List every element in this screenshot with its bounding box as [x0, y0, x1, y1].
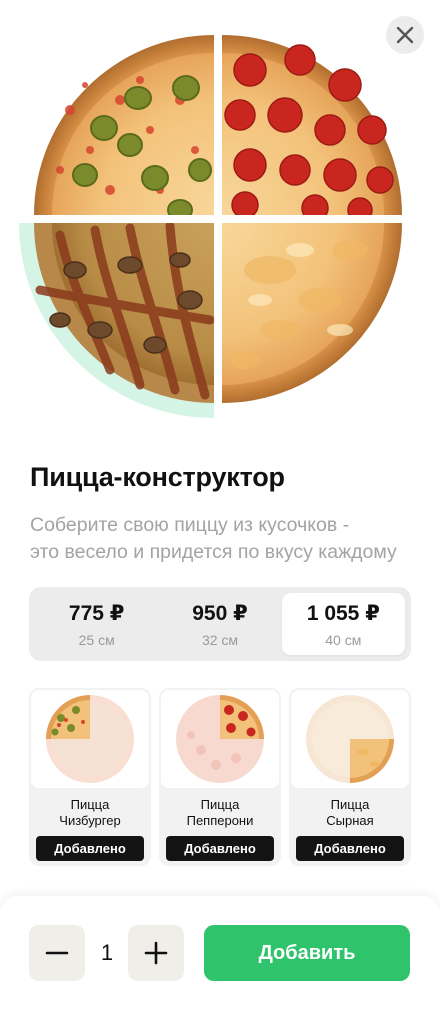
- added-badge[interactable]: Добавлено: [36, 836, 144, 861]
- piece-card-pepperoni[interactable]: Пицца Пепперони Добавлено: [159, 688, 281, 866]
- description-line-1: Соберите свою пиццу из кусочков -: [30, 514, 350, 536]
- product-title: Пицца-конструктор: [30, 462, 285, 492]
- description-line-2: это весело и придется по вкусу каждому: [30, 541, 397, 563]
- piece-card-cheeseburger[interactable]: Пицца Чизбургер Добавлено: [29, 688, 151, 866]
- plus-icon: [144, 941, 168, 965]
- add-to-cart-button[interactable]: Добавить: [204, 925, 410, 981]
- quantity-value: 1: [100, 940, 114, 965]
- piece-name-line1: Пицца: [330, 797, 370, 812]
- piece-name-line2: Чизбургер: [59, 813, 121, 828]
- pizza-quarters-svg: [19, 35, 402, 418]
- size-price: 775 ₽: [68, 601, 125, 625]
- size-option-40[interactable]: 1 055 ₽ 40 см: [281, 593, 405, 655]
- size-selector: 775 ₽ 25 см 950 ₽ 32 см 1 055 ₽ 40 см: [29, 587, 411, 661]
- minus-icon: [45, 951, 69, 955]
- piece-name-line1: Пицца: [200, 797, 240, 812]
- piece-name-line1: Пицца: [70, 797, 110, 812]
- piece-name: Пицца Пепперони: [161, 797, 279, 829]
- close-button[interactable]: [386, 16, 424, 54]
- cart-bar: 1 Добавить: [0, 896, 440, 1010]
- piece-name: Пицца Сырная: [291, 797, 409, 829]
- pizza-constructor-image: [0, 0, 440, 440]
- added-badge[interactable]: Добавлено: [166, 836, 274, 861]
- decrease-quantity-button[interactable]: [29, 925, 85, 981]
- pizza-pieces-list: Пицца Чизбургер Добавлено Пицца Пепперон…: [29, 688, 411, 866]
- size-option-25[interactable]: 775 ₽ 25 см: [35, 593, 158, 655]
- added-badge[interactable]: Добавлено: [296, 836, 404, 861]
- close-icon: [396, 26, 414, 44]
- piece-image: [291, 690, 409, 788]
- size-price: 950 ₽: [192, 601, 248, 625]
- size-diameter: 32 см: [201, 631, 239, 648]
- product-description: Соберите свою пиццу из кусочков - это ве…: [30, 512, 440, 568]
- piece-name-line2: Сырная: [326, 813, 374, 828]
- size-price: 1 055 ₽: [306, 601, 380, 625]
- increase-quantity-button[interactable]: [128, 925, 184, 981]
- piece-image: [31, 690, 149, 788]
- piece-name-line2: Пепперони: [186, 813, 254, 828]
- size-diameter: 40 см: [325, 631, 362, 648]
- piece-name: Пицца Чизбургер: [31, 797, 149, 829]
- piece-image: [161, 690, 279, 788]
- size-option-32[interactable]: 950 ₽ 32 см: [158, 593, 281, 655]
- size-diameter: 25 см: [78, 631, 115, 648]
- piece-card-cheese[interactable]: Пицца Сырная Добавлено: [289, 688, 411, 866]
